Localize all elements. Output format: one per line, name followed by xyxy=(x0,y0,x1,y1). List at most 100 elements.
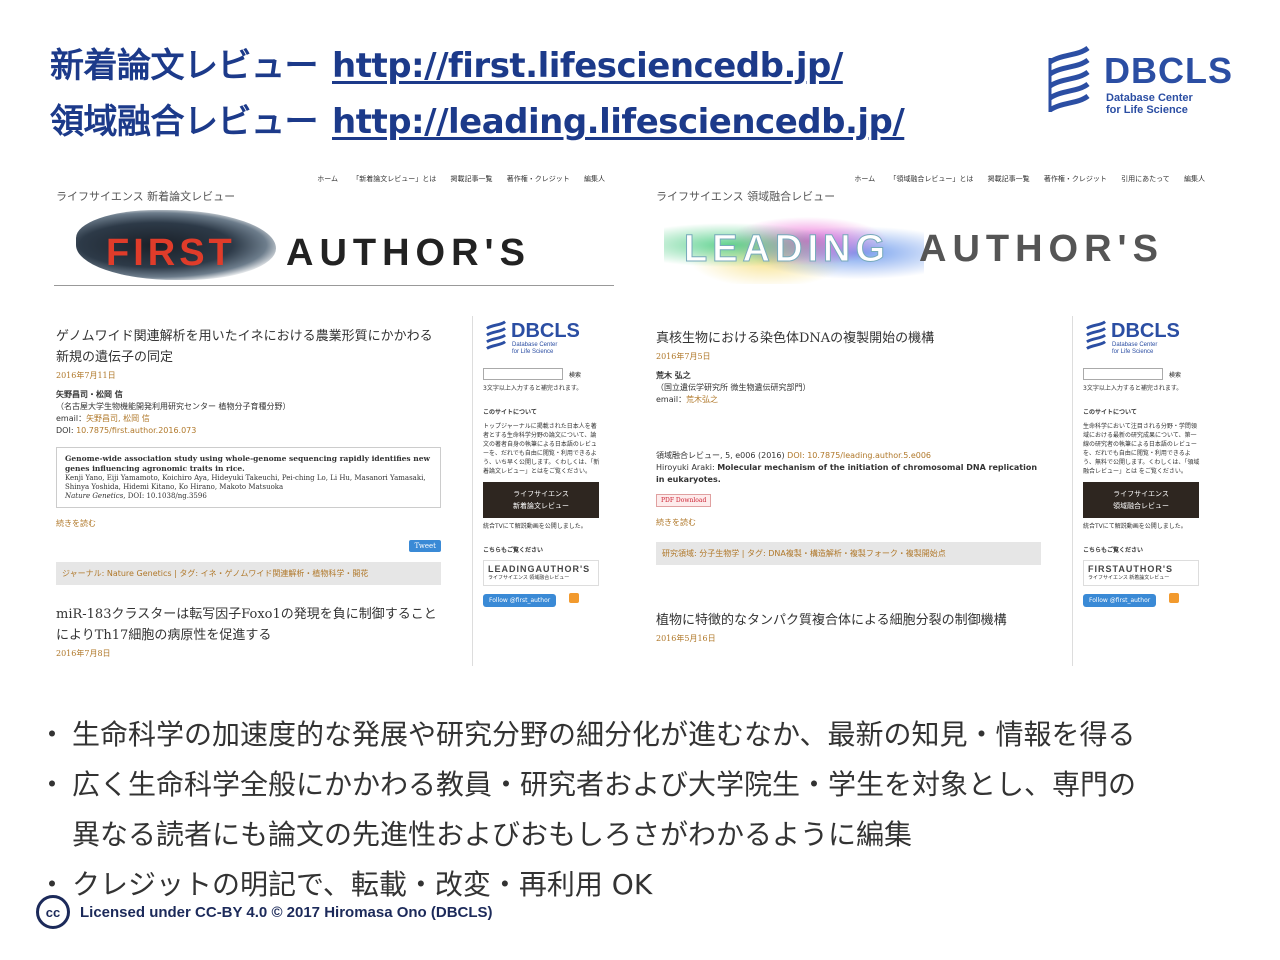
leading-sidebar: DBCLS Database Center for Life Science 検索… xyxy=(1072,316,1212,666)
article-date: 2016年7月8日 xyxy=(56,649,111,658)
read-more-link[interactable]: 続きを読む xyxy=(56,518,441,529)
logo-name: DBCLS xyxy=(1104,50,1233,91)
nav-item[interactable]: 掲載記事一覧 xyxy=(451,175,493,183)
sister-site-banner[interactable]: LEADINGAUTHOR'S ライフサイエンス 領域融合レビュー xyxy=(483,560,599,586)
ref-title: Genome-wide association study using whol… xyxy=(65,454,430,473)
license-footer: cc Licensed under CC-BY 4.0 © 2017 Hirom… xyxy=(36,895,493,929)
title-first-label: 新着論文レビュー xyxy=(50,46,319,86)
first-sidebar: DBCLS Database Center for Life Science 検索… xyxy=(472,316,612,666)
tag-bar[interactable]: 研究領域: 分子生物学 | タグ: DNA複製・構造解析・複製フォーク・複製開始… xyxy=(656,542,1041,565)
title-leading-label: 領域融合レビュー xyxy=(50,102,319,142)
doi-link[interactable]: 10.7875/first.author.2016.073 xyxy=(76,426,196,435)
doi-link[interactable]: DOI: 10.7875/leading.author.5.e006 xyxy=(787,451,931,460)
nav-item[interactable]: 引用にあたって xyxy=(1121,175,1170,183)
logo-subtitle: Database Center for Life Science xyxy=(1106,92,1193,116)
search-input[interactable] xyxy=(483,368,563,380)
title-line-leading: 領域融合レビュー http://leading.lifesciencedb.jp… xyxy=(50,94,1010,150)
first-banner[interactable]: FIRST AUTHOR'S xyxy=(54,204,614,286)
cc-license-icon: cc xyxy=(36,895,70,929)
dbcls-helix-icon xyxy=(486,320,506,350)
first-site-link[interactable]: http://first.lifesciencedb.jp/ xyxy=(332,46,843,86)
article-email: email：荒木弘之 xyxy=(656,395,719,404)
nav-item[interactable]: ホーム xyxy=(854,175,875,183)
article-affiliation: （国立遺伝学研究所 微生物遺伝研究部門） xyxy=(656,383,811,392)
nav-item[interactable]: ホーム xyxy=(317,175,338,183)
about-heading: このサイトについて xyxy=(1083,409,1137,416)
nav-item[interactable]: 編集人 xyxy=(584,175,605,183)
article-title[interactable]: 真核生物における染色体DNAの複製開始の機構 xyxy=(656,328,1041,349)
tweet-button[interactable]: Tweet xyxy=(409,540,441,552)
slide-title: 新着論文レビュー http://first.lifesciencedb.jp/ … xyxy=(50,38,1010,150)
promo-video-banner[interactable]: ライフサイエンス 新着論文レビュー xyxy=(483,482,599,518)
ref-doi: , DOI: 10.1038/ng.3596 xyxy=(123,492,207,500)
first-site-screenshot: ホーム 「新着論文レビュー」とは 掲載記事一覧 著作権・クレジット 編集人 ライ… xyxy=(50,168,615,668)
tag-bar[interactable]: ジャーナル: Nature Genetics | タグ: イネ・ゲノムワイド関連… xyxy=(56,562,441,585)
first-nav: ホーム 「新着論文レビュー」とは 掲載記事一覧 著作権・クレジット 編集人 xyxy=(305,174,605,184)
title-line-first: 新着論文レビュー http://first.lifesciencedb.jp/ xyxy=(50,38,1010,94)
dbcls-logo: DBCLS Database Center for Life Science xyxy=(1046,44,1246,120)
leading-banner[interactable]: LEADING AUTHOR'S xyxy=(654,204,1214,286)
nav-item[interactable]: 「新着論文レビュー」とは xyxy=(352,175,436,183)
leading-article-2: 植物に特徴的なタンパク質複合体による細胞分裂の制御機構 2016年5月16日 xyxy=(656,610,1041,644)
article-title[interactable]: miR-183クラスターは転写因子Foxo1の発現を負に制御することによりTh1… xyxy=(56,604,441,646)
see-also-heading: こちらもご覧ください xyxy=(483,547,544,554)
article-doi: DOI: 10.7875/first.author.2016.073 xyxy=(56,426,197,435)
sidebar-logo: DBCLS Database Center for Life Science xyxy=(483,316,612,362)
bullet-item: ・広く生命科学全般にかかわる教員・研究者および大学院生・学生を対象とし、専門の xyxy=(38,768,1137,801)
about-text: 生命科学において注目される分野・学問領域における最新の研究成果について、第一線の… xyxy=(1083,423,1200,475)
sister-site-banner[interactable]: FIRSTAUTHOR'S ライフサイエンス 新着論文レビュー xyxy=(1083,560,1199,586)
search-button[interactable]: 検索 xyxy=(1169,370,1181,379)
email-link[interactable]: 矢野昌司, 松岡 信 xyxy=(86,414,150,423)
search-input[interactable] xyxy=(1083,368,1163,380)
leading-site-name: ライフサイエンス 領域融合レビュー xyxy=(656,190,836,203)
banner-author-word: AUTHOR'S xyxy=(919,228,1164,270)
twitter-follow-button[interactable]: Follow @first_author xyxy=(483,594,557,607)
promo-note: 統合TVにて解説動画を公開しました。 xyxy=(483,523,587,530)
bullet-item: ・生命科学の加速度的な発展や研究分野の細分化が進むなか、最新の知見・情報を得る xyxy=(38,718,1136,751)
about-heading: このサイトについて xyxy=(483,409,537,416)
article-date: 2016年5月16日 xyxy=(656,634,716,643)
ref-authors: Kenji Yano, Eiji Yamamoto, Koichiro Aya,… xyxy=(65,474,426,491)
article-meta: 矢野昌司・松岡 信 （名古屋大学生物機能開発利用研究センター 植物分子育種分野）… xyxy=(56,389,441,437)
article-date: 2016年7月11日 xyxy=(56,371,116,380)
reference-box: Genome-wide association study using whol… xyxy=(56,447,441,508)
dbcls-helix-icon xyxy=(1086,320,1106,350)
banner-first-word: FIRST xyxy=(106,232,236,274)
article-meta: 荒木 弘之 （国立遺伝学研究所 微生物遺伝研究部門） email：荒木弘之 xyxy=(656,370,1041,406)
nav-item[interactable]: 著作権・クレジット xyxy=(507,175,570,183)
see-also-heading: こちらもご覧ください xyxy=(1083,547,1144,554)
sidebar-logo: DBCLS Database Center for Life Science xyxy=(1083,316,1212,362)
article-title[interactable]: ゲノムワイド関連解析を用いたイネにおける農業形質にかかわる新規の遺伝子の同定 xyxy=(56,326,441,368)
twitter-follow-button[interactable]: Follow @first_author xyxy=(1083,594,1157,607)
search-row: 検索 xyxy=(483,368,612,380)
nav-item[interactable]: 「領域融合レビュー」とは xyxy=(889,175,973,183)
rss-icon[interactable] xyxy=(569,592,580,603)
search-note: 3文字以上入力すると補完されます。 xyxy=(483,385,583,392)
article-reference: 領域融合レビュー, 5, e006 (2016) DOI: 10.7875/le… xyxy=(656,451,1038,484)
banner-divider xyxy=(54,285,614,286)
banner-leading-word: LEADING xyxy=(684,228,890,271)
pdf-download-button[interactable]: PDF Download xyxy=(656,494,712,507)
read-more-link[interactable]: 続きを読む xyxy=(656,517,1041,528)
ref-journal: Nature Genetics xyxy=(65,492,124,500)
article-authors: 矢野昌司・松岡 信 xyxy=(56,390,123,399)
dbcls-helix-icon xyxy=(1048,45,1090,113)
about-text: トップジャーナルに掲載された日本人を著者とする生命科学分野の論文について、論文の… xyxy=(483,423,600,475)
leading-site-link[interactable]: http://leading.lifesciencedb.jp/ xyxy=(332,102,905,142)
rss-icon[interactable] xyxy=(1169,592,1180,603)
promo-video-banner[interactable]: ライフサイエンス 領域融合レビュー xyxy=(1083,482,1199,518)
email-link[interactable]: 荒木弘之 xyxy=(686,395,718,404)
nav-item[interactable]: 掲載記事一覧 xyxy=(988,175,1030,183)
leading-nav: ホーム 「領域融合レビュー」とは 掲載記事一覧 著作権・クレジット 引用にあたっ… xyxy=(842,174,1205,184)
article-authors: 荒木 弘之 xyxy=(656,371,691,380)
leading-site-screenshot: ホーム 「領域融合レビュー」とは 掲載記事一覧 著作権・クレジット 引用にあたっ… xyxy=(650,168,1215,668)
article-title[interactable]: 植物に特徴的なタンパク質複合体による細胞分裂の制御機構 xyxy=(656,610,1041,631)
tweet-row: Tweet xyxy=(56,533,441,552)
first-article-1: ゲノムワイド関連解析を用いたイネにおける農業形質にかかわる新規の遺伝子の同定 2… xyxy=(56,326,441,585)
nav-item[interactable]: 著作権・クレジット xyxy=(1044,175,1107,183)
article-date: 2016年7月5日 xyxy=(656,352,711,361)
search-button[interactable]: 検索 xyxy=(569,370,581,379)
nav-item[interactable]: 編集人 xyxy=(1184,175,1205,183)
promo-note: 統合TVにて解説動画を公開しました。 xyxy=(1083,523,1187,530)
article-email: email：矢野昌司, 松岡 信 xyxy=(56,414,150,423)
